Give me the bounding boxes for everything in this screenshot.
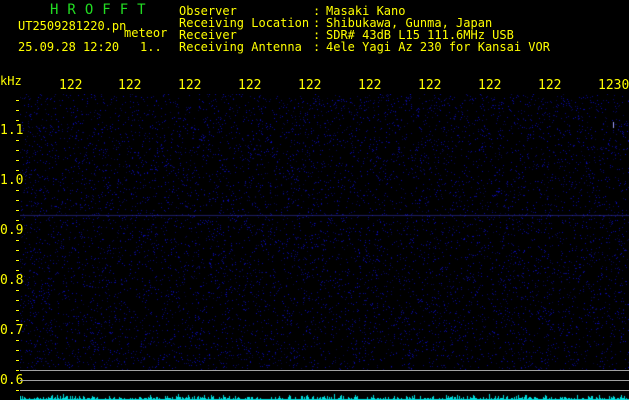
colon: : (313, 40, 321, 54)
app-title: HROFFT (50, 2, 155, 18)
y-tick (16, 140, 19, 141)
x-tick-label: 1225 (298, 78, 322, 93)
y-tick (16, 160, 19, 161)
spectrogram (20, 94, 629, 400)
y-tick (16, 290, 19, 291)
y-tick-label: 0.8 (0, 273, 24, 288)
x-tick-label: 1229 (538, 78, 562, 93)
y-tick (16, 110, 19, 111)
x-tick-label: 1227 (418, 78, 442, 93)
y-unit: kHz (0, 74, 22, 88)
y-tick-label: 0.9 (0, 223, 24, 238)
y-tick-label: 0.7 (0, 323, 24, 338)
x-tick-label: 1228 (478, 78, 502, 93)
x-tick-label: 1223 (178, 78, 202, 93)
y-tick (16, 120, 19, 121)
x-tick-label: 1224 (238, 78, 262, 93)
y-tick (16, 390, 19, 391)
x-tick-label: 1226 (358, 78, 382, 93)
y-tick-label: 1.0 (0, 173, 24, 188)
info-value: 4ele Yagi Az 230 for Kansai VOR (326, 40, 550, 54)
count: 1.. (140, 40, 162, 54)
y-tick (16, 190, 19, 191)
y-tick (16, 300, 19, 301)
y-tick (16, 360, 19, 361)
y-tick (16, 320, 19, 321)
y-tick (16, 220, 19, 221)
y-tick (16, 340, 19, 341)
y-tick (16, 150, 19, 151)
y-tick (16, 240, 19, 241)
datetime: 25.09.28 12:20 (18, 40, 120, 54)
x-tick-label: 1230 (598, 78, 629, 93)
y-tick-label: 1.1 (0, 123, 24, 138)
grid-line (20, 390, 629, 391)
y-tick (16, 270, 19, 271)
y-tick (16, 310, 19, 311)
y-tick (16, 260, 19, 261)
x-tick-label: 1221 (59, 78, 83, 93)
y-tick (16, 210, 19, 211)
grid-line (20, 370, 629, 371)
x-tick-label: 1222 (118, 78, 142, 93)
y-tick (16, 200, 19, 201)
y-tick (16, 370, 19, 371)
y-tick (16, 170, 19, 171)
info-label: Receiving Antenna (179, 40, 302, 54)
y-tick (16, 250, 19, 251)
file-name: UT2509281220.pn (18, 19, 127, 33)
grid-line (20, 380, 629, 381)
y-tick (16, 100, 19, 101)
mode-label: meteor (124, 26, 168, 40)
y-tick (16, 350, 19, 351)
